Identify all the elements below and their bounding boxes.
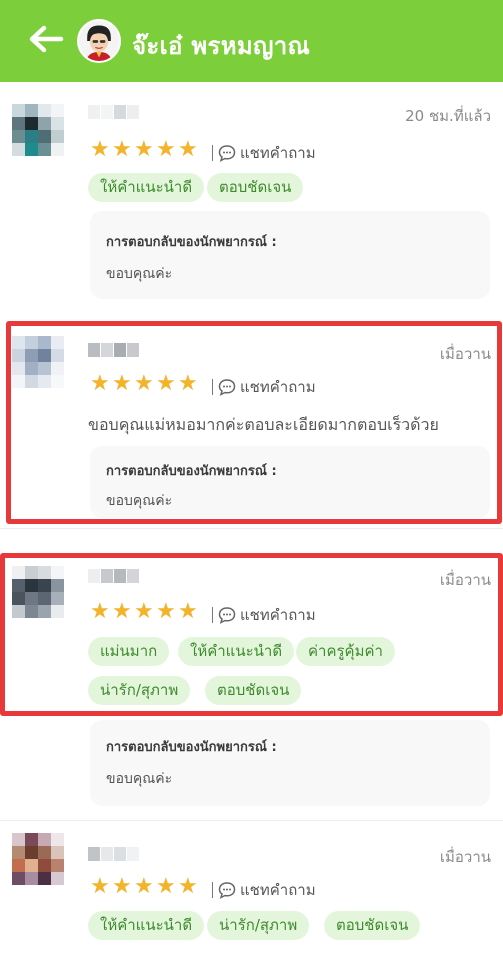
star-icon: ★ [156,599,176,624]
star-rating: ★ ★ ★ ★ ★ [90,876,200,898]
star-icon: ★ [112,874,132,899]
reply-title: การตอบกลับของนักพยากรณ์ : [106,464,277,479]
reviewer-avatar [12,104,66,158]
star-icon: ★ [90,371,110,396]
review-tag: ตอบชัดเจน [205,676,302,705]
review-tag: ตอบชัดเจน [207,173,304,202]
review-card: เมื่อวาน ★ ★ ★ ★ ★ แชทคำถาม แม่นมาก ให้คำแนะ… [0,548,503,821]
star-icon: ★ [178,874,198,899]
review-card: เมื่อวาน ★ ★ ★ ★ ★ แชทคำถาม ให้คำแนะนำดี น่า… [0,821,503,960]
star-icon: ★ [134,599,154,624]
star-rating: ★ ★ ★ ★ ★ [90,373,200,395]
review-tag: ให้คำแนะนำดี [88,911,205,940]
review-tag: ค่าครูคุ้มค่า [296,637,395,666]
star-icon: ★ [178,137,198,162]
star-icon: ★ [134,874,154,899]
review-tag: ตอบชัดเจน [324,911,421,940]
star-icon: ★ [178,599,198,624]
reviewer-avatar [12,336,66,390]
review-time: 20 ชม.ที่แล้ว [405,107,491,125]
chat-bubble-icon [218,379,236,396]
chat-question-link[interactable]: แชทคำถาม [212,878,316,902]
review-time: เมื่อวาน [439,571,491,589]
reviewer-name-redacted [88,568,140,583]
review-tag: น่ารัก/สุภาพ [88,676,191,705]
star-icon: ★ [112,371,132,396]
star-icon: ★ [134,371,154,396]
reviewer-name-redacted [88,104,140,119]
star-icon: ★ [112,137,132,162]
chat-question-label: แชทคำถาม [240,881,316,899]
star-icon: ★ [112,599,132,624]
reviewer-name-redacted [88,342,140,357]
chat-bubble-icon [218,882,236,899]
review-time: เมื่อวาน [439,848,491,866]
star-icon: ★ [156,874,176,899]
reply-title: การตอบกลับของนักพยากรณ์ : [106,740,277,755]
astrologer-reply: การตอบกลับของนักพยากรณ์ : ขอบคุณค่ะ [90,446,490,518]
star-icon: ★ [156,137,176,162]
astrologer-reply: การตอบกลับของนักพยากรณ์ : ขอบคุณค่ะ [90,720,490,806]
chat-question-label: แชทคำถาม [240,378,316,396]
review-tag: ให้คำแนะนำดี [88,173,205,202]
star-icon: ★ [178,371,198,396]
reply-title: การตอบกลับของนักพยากรณ์ : [106,235,277,250]
back-arrow-icon[interactable] [28,24,64,54]
chat-question-link[interactable]: แชทคำถาม [212,141,316,165]
app-header: จ๊ะเอ๋ พรหมญาณ [0,0,503,82]
review-card: เมื่อวาน ★ ★ ★ ★ ★ แชทคำถาม ขอบคุณแม่หมอมากค… [0,316,503,529]
reviewer-name-redacted [88,846,140,861]
chat-question-link[interactable]: แชทคำถาม [212,603,316,627]
review-comment: ขอบคุณแม่หมอมากค่ะตอบละเอียดมากตอบเร็วด้… [88,415,439,434]
reviewer-avatar [12,833,66,887]
chat-bubble-icon [218,145,236,162]
review-tag: น่ารัก/สุภาพ [207,911,310,940]
review-tag: แม่นมาก [88,637,170,666]
astrologer-avatar-image [79,21,119,61]
star-icon: ★ [90,137,110,162]
chat-question-link[interactable]: แชทคำถาม [212,375,316,399]
review-card: 20 ชม.ที่แล้ว ★ ★ ★ ★ ★ แชทคำถาม ให้คำแนะนำด… [0,82,503,317]
star-icon: ★ [156,371,176,396]
reply-text: ขอบคุณค่ะ [106,266,173,282]
star-rating: ★ ★ ★ ★ ★ [90,601,200,623]
review-time: เมื่อวาน [439,345,491,363]
star-icon: ★ [90,599,110,624]
astrologer-name: จ๊ะเอ๋ พรหมญาณ [132,32,311,60]
star-icon: ★ [90,874,110,899]
star-icon: ★ [134,137,154,162]
star-rating: ★ ★ ★ ★ ★ [90,139,200,161]
astrologer-reply: การตอบกลับของนักพยากรณ์ : ขอบคุณค่ะ [90,211,490,299]
astrologer-avatar[interactable] [77,19,121,63]
chat-question-label: แชทคำถาม [240,144,316,162]
reply-text: ขอบคุณค่ะ [106,493,173,509]
review-tag: ให้คำแนะนำดี [178,637,295,666]
chat-question-label: แชทคำถาม [240,606,316,624]
chat-bubble-icon [218,607,236,624]
reply-text: ขอบคุณค่ะ [106,771,173,787]
reviewer-avatar [12,566,66,620]
